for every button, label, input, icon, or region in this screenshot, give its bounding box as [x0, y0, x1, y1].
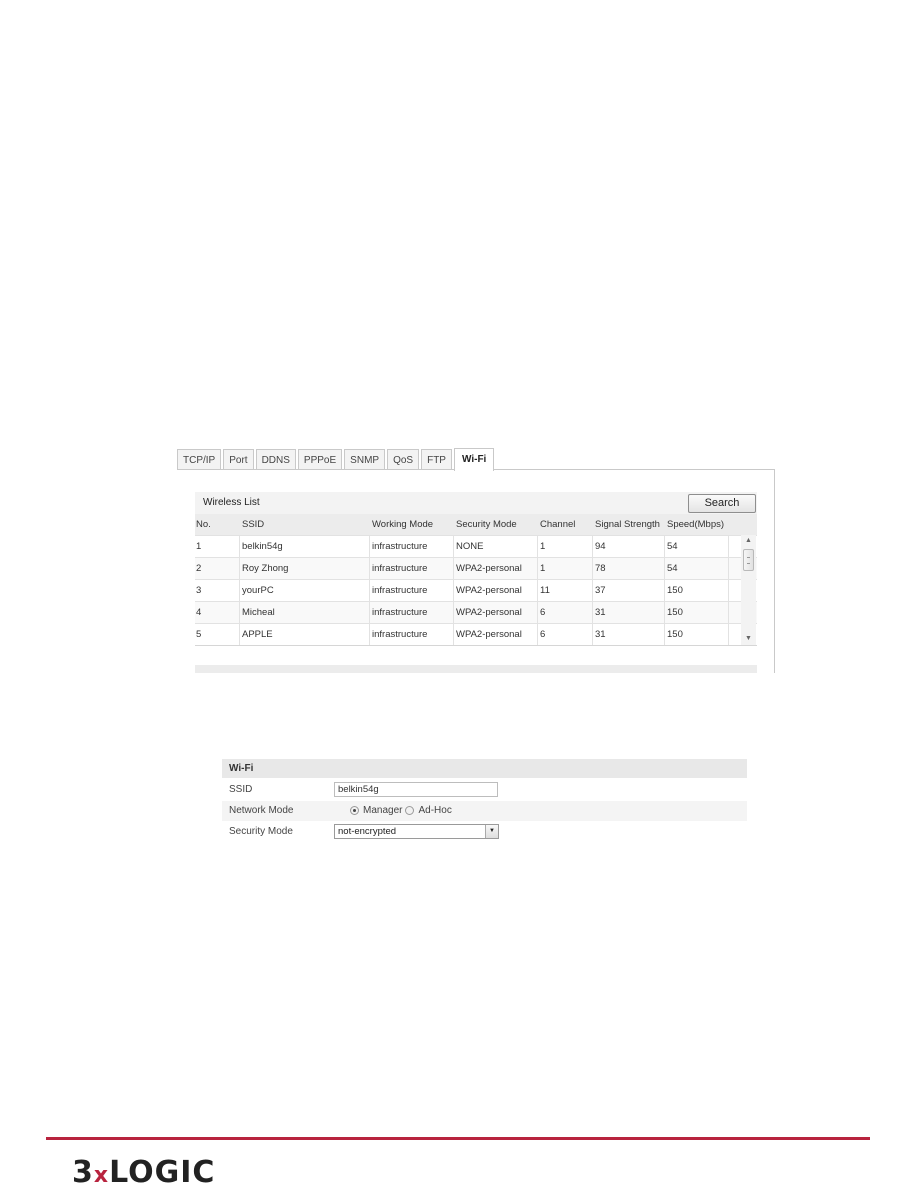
cell-channel: 1 — [538, 536, 593, 557]
security-mode-row: Security Mode not-encrypted ▼ — [222, 822, 747, 842]
table-header: No. SSID Working Mode Security Mode Chan… — [195, 514, 757, 535]
cell-channel: 6 — [538, 624, 593, 645]
table-scrollbar[interactable]: ▲ ▼ — [741, 535, 756, 645]
network-mode-label: Network Mode — [229, 805, 294, 816]
cell-security-mode: WPA2-personal — [454, 602, 538, 623]
footer-divider — [46, 1137, 870, 1140]
logo-x: x — [93, 1163, 110, 1188]
scroll-down-icon[interactable]: ▼ — [741, 633, 756, 645]
brand-logo: 3xLOGIC — [72, 1158, 215, 1191]
ssid-row: SSID — [222, 780, 747, 800]
table-row[interactable]: 3 yourPC infrastructure WPA2-personal 11… — [195, 579, 757, 601]
cell-working-mode: infrastructure — [370, 624, 454, 645]
cell-ssid: Roy Zhong — [240, 558, 370, 579]
cell-signal: 94 — [593, 536, 665, 557]
cell-working-mode: infrastructure — [370, 558, 454, 579]
security-mode-label: Security Mode — [229, 826, 293, 837]
table-row[interactable]: 5 APPLE infrastructure WPA2-personal 6 3… — [195, 623, 757, 645]
table-row[interactable]: 4 Micheal infrastructure WPA2-personal 6… — [195, 601, 757, 623]
logo-suffix: LOGIC — [109, 1155, 216, 1190]
search-button[interactable]: Search — [688, 494, 756, 513]
ad-hoc-radio[interactable] — [405, 806, 415, 815]
column-header-working-mode: Working Mode — [372, 519, 434, 530]
cell-ssid: yourPC — [240, 580, 370, 601]
column-header-speed: Speed(Mbps) — [667, 519, 725, 530]
manager-radio[interactable] — [350, 806, 359, 815]
settings-tabs: TCP/IP Port DDNS PPPoE SNMP QoS FTP Wi-F… — [177, 448, 496, 471]
network-mode-radio-group: Manager Ad-Hoc — [350, 804, 455, 817]
cell-speed: 150 — [665, 580, 729, 601]
security-mode-select[interactable]: not-encrypted ▼ — [334, 824, 499, 839]
tab-wifi[interactable]: Wi-Fi — [453, 448, 495, 471]
column-header-security-mode: Security Mode — [456, 519, 517, 530]
ssid-label: SSID — [229, 784, 253, 795]
tab-tcpip[interactable]: TCP/IP — [177, 449, 222, 470]
manager-radio-label[interactable]: Manager — [363, 804, 402, 817]
wireless-list-title: Wireless List — [203, 497, 260, 508]
horizontal-scrollbar[interactable] — [195, 665, 757, 673]
logo-prefix: 3 — [72, 1155, 94, 1190]
cell-security-mode: WPA2-personal — [454, 580, 538, 601]
column-header-channel: Channel — [540, 519, 576, 530]
cell-ssid: belkin54g — [240, 536, 370, 557]
column-header-ssid: SSID — [242, 519, 265, 530]
cell-speed: 54 — [665, 536, 729, 557]
cell-working-mode: infrastructure — [370, 536, 454, 557]
scroll-thumb[interactable] — [743, 549, 754, 571]
table-row[interactable]: 1 belkin54g infrastructure NONE 1 94 54 — [195, 535, 757, 557]
network-mode-row: Network Mode Manager Ad-Hoc — [222, 801, 747, 821]
cell-ssid: Micheal — [240, 602, 370, 623]
cell-working-mode: infrastructure — [370, 580, 454, 601]
wifi-section-title: Wi-Fi — [229, 763, 254, 774]
chevron-down-icon[interactable]: ▼ — [485, 825, 498, 838]
table-row[interactable]: 2 Roy Zhong infrastructure WPA2-personal… — [195, 557, 757, 579]
cell-channel: 11 — [538, 580, 593, 601]
wireless-list-header: Wireless List — [195, 492, 757, 514]
cell-no: 2 — [195, 558, 240, 579]
cell-speed: 150 — [665, 624, 729, 645]
tab-qos[interactable]: QoS — [387, 449, 420, 470]
tab-pppoe[interactable]: PPPoE — [297, 449, 343, 470]
cell-speed: 150 — [665, 602, 729, 623]
cell-no: 4 — [195, 602, 240, 623]
scroll-up-icon[interactable]: ▲ — [741, 535, 756, 547]
tab-snmp[interactable]: SNMP — [344, 449, 386, 470]
cell-channel: 1 — [538, 558, 593, 579]
cell-no: 1 — [195, 536, 240, 557]
wireless-table: No. SSID Working Mode Security Mode Chan… — [195, 514, 757, 646]
security-mode-value: not-encrypted — [338, 826, 397, 837]
cell-security-mode: WPA2-personal — [454, 558, 538, 579]
column-header-signal-strength: Signal Strength — [595, 519, 660, 530]
cell-signal: 37 — [593, 580, 665, 601]
tab-ftp[interactable]: FTP — [421, 449, 452, 470]
cell-no: 5 — [195, 624, 240, 645]
table-body: 1 belkin54g infrastructure NONE 1 94 54 … — [195, 535, 757, 646]
cell-security-mode: NONE — [454, 536, 538, 557]
wifi-section-header: Wi-Fi — [222, 759, 747, 778]
cell-signal: 31 — [593, 624, 665, 645]
cell-signal: 78 — [593, 558, 665, 579]
cell-no: 3 — [195, 580, 240, 601]
cell-working-mode: infrastructure — [370, 602, 454, 623]
ad-hoc-radio-label[interactable]: Ad-Hoc — [418, 804, 451, 817]
cell-ssid: APPLE — [240, 624, 370, 645]
cell-signal: 31 — [593, 602, 665, 623]
tab-ddns[interactable]: DDNS — [255, 449, 296, 470]
cell-speed: 54 — [665, 558, 729, 579]
cell-security-mode: WPA2-personal — [454, 624, 538, 645]
tab-port[interactable]: Port — [223, 449, 254, 470]
ssid-input[interactable] — [334, 782, 498, 797]
column-header-no: No. — [196, 519, 211, 530]
cell-channel: 6 — [538, 602, 593, 623]
